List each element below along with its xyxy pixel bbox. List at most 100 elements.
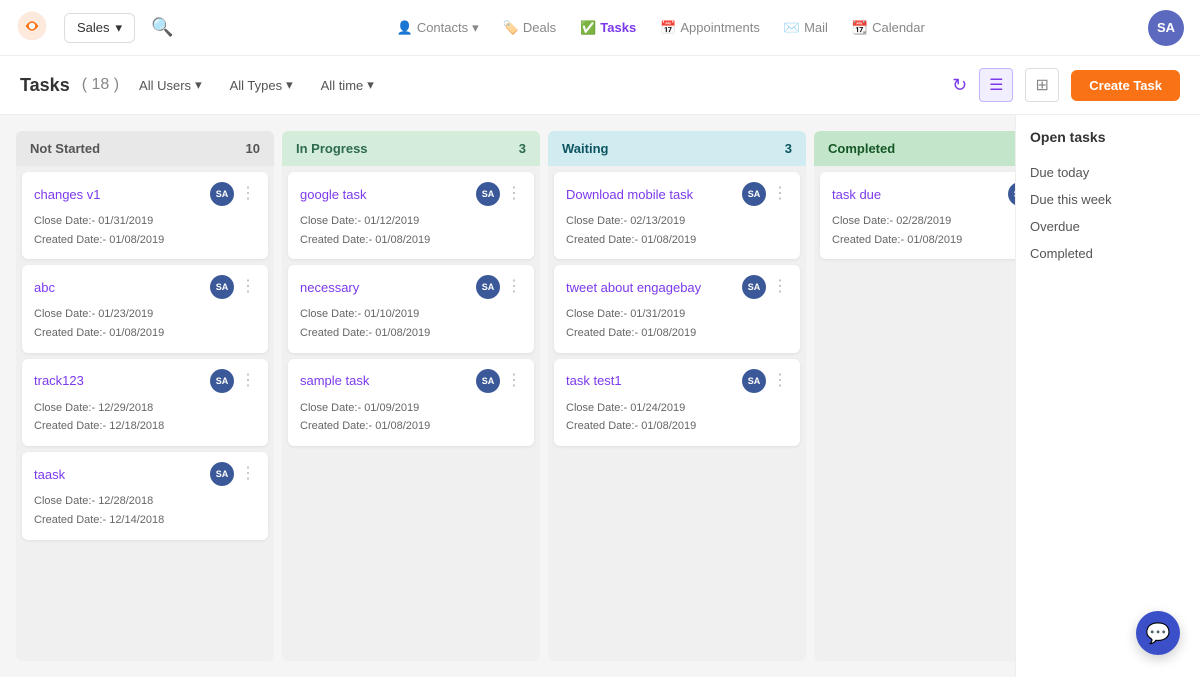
task-card: task test1 SA ⋮ Close Date:- 01/24/2019 … xyxy=(554,359,800,446)
task-menu-button[interactable]: ⋮ xyxy=(506,279,522,295)
avatar: SA xyxy=(476,275,500,299)
right-panel: Open tasks Due todayDue this weekOverdue… xyxy=(1015,115,1200,677)
column-count: 3 xyxy=(519,141,526,156)
column-completed: Completed1 task due SA ⋮ Close Date:- 02… xyxy=(814,131,1015,661)
task-card: necessary SA ⋮ Close Date:- 01/10/2019 C… xyxy=(288,265,534,352)
task-name[interactable]: changes v1 xyxy=(34,187,101,202)
task-name[interactable]: task due xyxy=(832,187,881,202)
right-panel-title: Open tasks xyxy=(1030,129,1186,145)
task-card: task due SA ⋮ Close Date:- 02/28/2019 Cr… xyxy=(820,172,1015,259)
task-menu-button[interactable]: ⋮ xyxy=(240,279,256,295)
filter-all-types[interactable]: All Types ▾ xyxy=(222,73,301,97)
right-panel-item[interactable]: Due this week xyxy=(1030,186,1186,213)
task-card: track123 SA ⋮ Close Date:- 12/29/2018 Cr… xyxy=(22,359,268,446)
task-name[interactable]: necessary xyxy=(300,280,359,295)
task-card-header: task test1 SA ⋮ xyxy=(566,369,788,393)
task-menu-button[interactable]: ⋮ xyxy=(240,466,256,482)
task-card: taask SA ⋮ Close Date:- 12/28/2018 Creat… xyxy=(22,452,268,539)
task-close-date: Close Date:- 12/29/2018 xyxy=(34,399,256,418)
task-created-date: Created Date:- 01/08/2019 xyxy=(832,231,1015,250)
nav-contacts[interactable]: 👤 Contacts ▾ xyxy=(397,20,479,36)
chevron-down-icon: ▾ xyxy=(472,20,479,36)
avatar: SA xyxy=(476,182,500,206)
task-name[interactable]: task test1 xyxy=(566,373,622,388)
main-content: Not Started10 changes v1 SA ⋮ Close Date… xyxy=(0,115,1200,677)
search-button[interactable]: 🔍 xyxy=(151,17,173,38)
chevron-down-icon: ▾ xyxy=(286,77,293,93)
page-title: Tasks xyxy=(20,75,70,96)
calendar-icon: 📆 xyxy=(852,20,868,36)
task-name[interactable]: track123 xyxy=(34,373,84,388)
avatar: SA xyxy=(210,462,234,486)
task-created-date: Created Date:- 01/08/2019 xyxy=(566,231,788,250)
task-close-date: Close Date:- 01/23/2019 xyxy=(34,305,256,324)
column-title: Completed xyxy=(828,141,895,156)
logo[interactable] xyxy=(16,10,48,45)
task-close-date: Close Date:- 02/13/2019 xyxy=(566,212,788,231)
task-menu-button[interactable]: ⋮ xyxy=(506,186,522,202)
avatar: SA xyxy=(210,182,234,206)
task-menu-button[interactable]: ⋮ xyxy=(240,373,256,389)
column-count: 10 xyxy=(246,141,260,156)
avatar: SA xyxy=(742,369,766,393)
task-name[interactable]: tweet about engagebay xyxy=(566,280,701,295)
task-card-header: track123 SA ⋮ xyxy=(34,369,256,393)
avatar: SA xyxy=(1008,182,1015,206)
task-name[interactable]: Download mobile task xyxy=(566,187,693,202)
task-name[interactable]: abc xyxy=(34,280,55,295)
task-menu-button[interactable]: ⋮ xyxy=(506,373,522,389)
task-card-header: changes v1 SA ⋮ xyxy=(34,182,256,206)
task-close-date: Close Date:- 02/28/2019 xyxy=(832,212,1015,231)
contacts-icon: 👤 xyxy=(397,20,413,36)
grid-view-button[interactable]: ⊞ xyxy=(1025,68,1059,102)
list-view-button[interactable]: ☰ xyxy=(979,68,1013,102)
nav-calendar[interactable]: 📆 Calendar xyxy=(852,20,925,36)
nav-appointments[interactable]: 📅 Appointments xyxy=(660,20,760,36)
kanban-board: Not Started10 changes v1 SA ⋮ Close Date… xyxy=(0,115,1015,677)
task-card-header: necessary SA ⋮ xyxy=(300,275,522,299)
nav-mail[interactable]: ✉️ Mail xyxy=(784,20,828,36)
avatar: SA xyxy=(742,182,766,206)
task-menu-button[interactable]: ⋮ xyxy=(240,186,256,202)
task-name[interactable]: taask xyxy=(34,467,65,482)
column-title: In Progress xyxy=(296,141,368,156)
right-panel-item[interactable]: Overdue xyxy=(1030,213,1186,240)
column-body-waiting: Download mobile task SA ⋮ Close Date:- 0… xyxy=(548,166,806,661)
refresh-button[interactable]: ↻ xyxy=(952,75,967,96)
task-name[interactable]: sample task xyxy=(300,373,369,388)
task-menu-button[interactable]: ⋮ xyxy=(772,373,788,389)
column-header-waiting: Waiting3 xyxy=(548,131,806,166)
right-panel-item[interactable]: Completed xyxy=(1030,240,1186,267)
create-task-button[interactable]: Create Task xyxy=(1071,70,1180,101)
filter-all-time[interactable]: All time ▾ xyxy=(313,73,382,97)
task-card: Download mobile task SA ⋮ Close Date:- 0… xyxy=(554,172,800,259)
chevron-down-icon: ▾ xyxy=(195,77,202,93)
mail-icon: ✉️ xyxy=(784,20,800,36)
task-card: google task SA ⋮ Close Date:- 01/12/2019… xyxy=(288,172,534,259)
task-close-date: Close Date:- 01/24/2019 xyxy=(566,399,788,418)
task-card-header: tweet about engagebay SA ⋮ xyxy=(566,275,788,299)
task-name[interactable]: google task xyxy=(300,187,367,202)
sales-dropdown[interactable]: Sales ▾ xyxy=(64,13,135,43)
deals-icon: 🏷️ xyxy=(503,20,519,36)
nav-deals[interactable]: 🏷️ Deals xyxy=(503,20,556,36)
avatar: SA xyxy=(210,275,234,299)
filter-all-users[interactable]: All Users ▾ xyxy=(131,73,210,97)
task-created-date: Created Date:- 01/08/2019 xyxy=(34,324,256,343)
column-not-started: Not Started10 changes v1 SA ⋮ Close Date… xyxy=(16,131,274,661)
task-card-header: abc SA ⋮ xyxy=(34,275,256,299)
column-count: 3 xyxy=(785,141,792,156)
nav-tasks[interactable]: ✅ Tasks xyxy=(580,20,636,36)
right-panel-item[interactable]: Due today xyxy=(1030,159,1186,186)
chevron-down-icon: ▾ xyxy=(116,20,123,36)
task-card: sample task SA ⋮ Close Date:- 01/09/2019… xyxy=(288,359,534,446)
task-close-date: Close Date:- 12/28/2018 xyxy=(34,492,256,511)
user-avatar[interactable]: SA xyxy=(1148,10,1184,46)
sales-label: Sales xyxy=(77,20,110,35)
chevron-down-icon: ▾ xyxy=(367,77,374,93)
chat-button[interactable]: 💬 xyxy=(1136,611,1180,655)
task-menu-button[interactable]: ⋮ xyxy=(772,186,788,202)
task-menu-button[interactable]: ⋮ xyxy=(772,279,788,295)
task-close-date: Close Date:- 01/09/2019 xyxy=(300,399,522,418)
task-created-date: Created Date:- 01/08/2019 xyxy=(566,324,788,343)
